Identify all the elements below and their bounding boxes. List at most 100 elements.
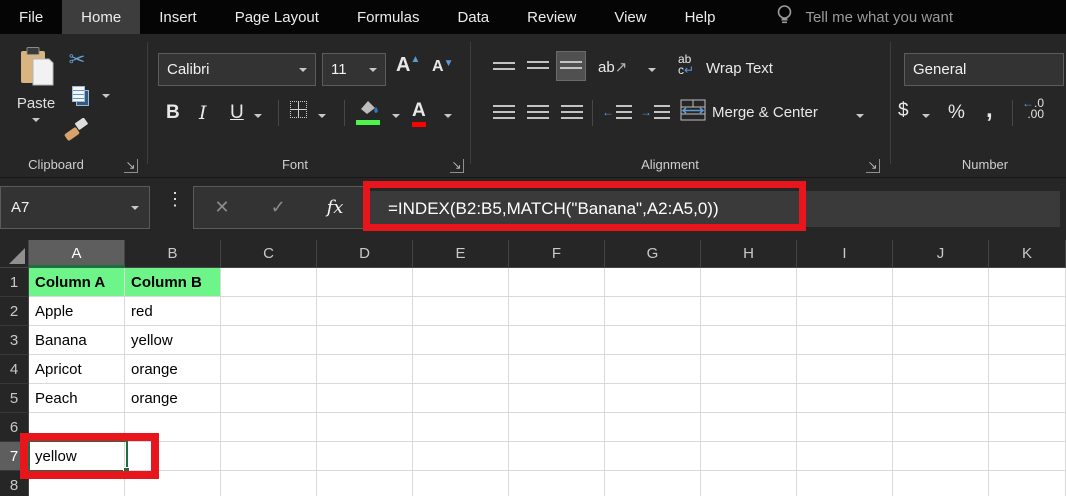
orientation-button[interactable]: ab↗	[598, 58, 627, 76]
cell[interactable]	[317, 384, 413, 413]
column-header-J[interactable]: J	[893, 240, 989, 268]
tell-me-search[interactable]: Tell me what you want	[776, 0, 953, 34]
enter-button[interactable]: ✓	[271, 197, 286, 218]
cell[interactable]	[701, 442, 797, 471]
cell[interactable]	[989, 297, 1066, 326]
row-header-2[interactable]: 2	[0, 297, 29, 326]
cell[interactable]	[509, 355, 605, 384]
merge-center-caret[interactable]	[856, 114, 864, 118]
cell[interactable]	[317, 471, 413, 496]
fill-color-button[interactable]	[356, 98, 380, 120]
alignment-dialog-launcher[interactable]: ↘	[866, 159, 880, 173]
font-color-caret[interactable]	[444, 114, 452, 118]
cell[interactable]	[413, 326, 509, 355]
cell[interactable]	[509, 413, 605, 442]
italic-button[interactable]: I	[199, 102, 207, 124]
column-header-B[interactable]: B	[125, 240, 221, 268]
row-header-1[interactable]: 1	[0, 268, 29, 297]
active-cell-selection-border[interactable]	[28, 440, 128, 472]
cell[interactable]	[221, 442, 317, 471]
cell[interactable]	[509, 471, 605, 496]
select-all-corner[interactable]	[0, 240, 29, 268]
cell[interactable]	[797, 471, 893, 496]
cell[interactable]	[797, 355, 893, 384]
cell[interactable]	[701, 384, 797, 413]
cell[interactable]	[797, 326, 893, 355]
formula-bar-options-dots[interactable]: ⋮	[166, 189, 184, 210]
cell[interactable]	[797, 268, 893, 297]
cell[interactable]	[221, 471, 317, 496]
tab-file[interactable]: File	[0, 0, 62, 34]
cell[interactable]	[317, 413, 413, 442]
cell[interactable]	[509, 268, 605, 297]
cell-B4[interactable]: orange	[125, 355, 221, 384]
percent-style-button[interactable]: %	[948, 102, 965, 124]
cell-B2[interactable]: red	[125, 297, 221, 326]
cell[interactable]	[797, 442, 893, 471]
cell[interactable]	[221, 384, 317, 413]
underline-button[interactable]: U	[230, 102, 244, 124]
borders-button[interactable]	[290, 101, 307, 118]
decrease-indent-button[interactable]: ←	[602, 100, 632, 124]
font-color-button[interactable]: A	[412, 100, 426, 122]
column-header-A[interactable]: A	[29, 240, 125, 268]
cancel-button[interactable]: ✕	[214, 197, 229, 218]
bold-button[interactable]: B	[166, 102, 180, 124]
accounting-format-button[interactable]: $	[898, 100, 909, 122]
cell[interactable]	[701, 268, 797, 297]
cell[interactable]	[989, 384, 1066, 413]
cell[interactable]	[893, 268, 989, 297]
align-left-button[interactable]	[490, 100, 518, 124]
cell-A3[interactable]: Banana	[29, 326, 125, 355]
cell[interactable]	[413, 471, 509, 496]
column-header-D[interactable]: D	[317, 240, 413, 268]
cell-A8[interactable]	[29, 471, 125, 496]
orientation-caret[interactable]	[648, 68, 656, 72]
cell[interactable]	[797, 413, 893, 442]
cell[interactable]	[989, 355, 1066, 384]
cell[interactable]	[989, 326, 1066, 355]
font-size-combo[interactable]: 11	[322, 53, 386, 86]
cell[interactable]	[893, 326, 989, 355]
cell[interactable]	[413, 268, 509, 297]
increase-decimal-button[interactable]: ←.0 .00	[1022, 98, 1044, 120]
cell[interactable]	[797, 384, 893, 413]
cell-B5[interactable]: orange	[125, 384, 221, 413]
cell[interactable]	[893, 442, 989, 471]
cell[interactable]	[605, 384, 701, 413]
paste-button[interactable]: Paste	[10, 46, 62, 146]
row-header-4[interactable]: 4	[0, 355, 29, 384]
cell[interactable]	[413, 384, 509, 413]
cell-A4[interactable]: Apricot	[29, 355, 125, 384]
clipboard-dialog-launcher[interactable]: ↘	[124, 159, 138, 173]
copy-dropdown-caret[interactable]	[102, 94, 110, 98]
borders-dropdown-caret[interactable]	[318, 114, 326, 118]
cell[interactable]	[893, 384, 989, 413]
cell[interactable]	[221, 297, 317, 326]
cut-button[interactable]: ✂	[62, 44, 92, 74]
cell[interactable]	[605, 442, 701, 471]
cell[interactable]	[701, 413, 797, 442]
cell[interactable]	[893, 297, 989, 326]
increase-indent-button[interactable]: →	[640, 100, 670, 124]
accounting-format-caret[interactable]	[922, 114, 930, 118]
comma-style-button[interactable]: ,	[986, 96, 993, 124]
wrap-text-button[interactable]: Wrap Text	[706, 60, 773, 77]
column-header-C[interactable]: C	[221, 240, 317, 268]
copy-button[interactable]	[66, 82, 90, 106]
cell[interactable]	[989, 413, 1066, 442]
row-header-6[interactable]: 6	[0, 413, 29, 442]
cell-A1[interactable]: Column A	[29, 268, 125, 297]
tab-review[interactable]: Review	[508, 0, 595, 34]
cell[interactable]	[509, 442, 605, 471]
cell[interactable]	[509, 326, 605, 355]
merge-center-button[interactable]: Merge & Center	[712, 104, 818, 121]
number-format-combo[interactable]: General	[904, 53, 1064, 86]
cell[interactable]	[605, 297, 701, 326]
align-middle-button[interactable]	[524, 54, 552, 78]
cell[interactable]	[317, 268, 413, 297]
cell[interactable]	[317, 326, 413, 355]
cell[interactable]	[317, 355, 413, 384]
tab-formulas[interactable]: Formulas	[338, 0, 439, 34]
cell-A5[interactable]: Peach	[29, 384, 125, 413]
